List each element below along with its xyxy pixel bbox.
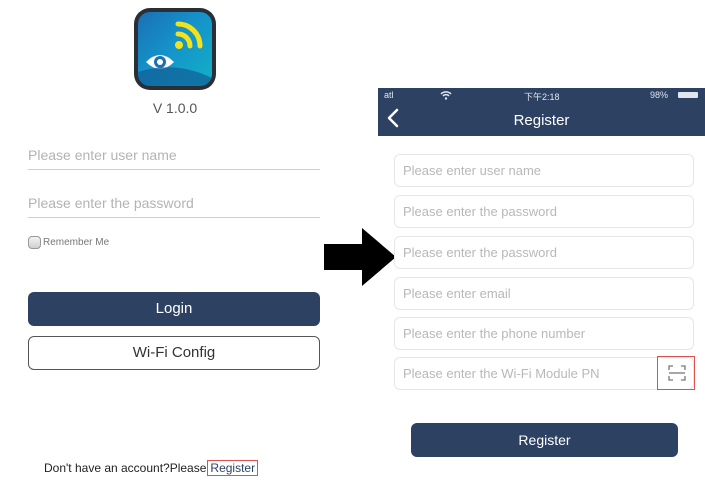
register-link[interactable]: Register bbox=[207, 460, 259, 476]
checkbox-icon[interactable] bbox=[28, 236, 41, 249]
battery-level: 98% bbox=[650, 90, 669, 100]
reg-wifi-module-pn-input[interactable]: Please enter the Wi-Fi Module PN bbox=[394, 357, 694, 390]
scan-button[interactable] bbox=[657, 356, 695, 390]
reg-phone-input[interactable]: Please enter the phone number bbox=[394, 317, 694, 350]
register-prompt: Don't have an account?Please Register bbox=[44, 460, 259, 476]
reg-confirm-password-placeholder: Please enter the password bbox=[403, 245, 557, 260]
status-bar: atl 下午2:18 98% bbox=[378, 88, 705, 102]
register-header: atl 下午2:18 98% Register bbox=[378, 88, 705, 136]
reg-username-placeholder: Please enter user name bbox=[403, 163, 542, 178]
remember-me-toggle[interactable]: Remember Me bbox=[28, 236, 109, 249]
app-version: V 1.0.0 bbox=[152, 100, 198, 116]
reg-password-placeholder: Please enter the password bbox=[403, 204, 557, 219]
status-time: 下午2:18 bbox=[524, 92, 560, 102]
reg-email-placeholder: Please enter email bbox=[403, 286, 511, 301]
username-placeholder: Please enter user name bbox=[28, 147, 177, 163]
app-logo-icon bbox=[134, 8, 216, 90]
password-input[interactable]: Please enter the password bbox=[28, 192, 320, 218]
page-title: Register bbox=[513, 112, 570, 129]
wifi-config-button[interactable]: Wi-Fi Config bbox=[28, 336, 320, 370]
login-button[interactable]: Login bbox=[28, 292, 320, 326]
register-prompt-text: Don't have an account?Please bbox=[44, 461, 207, 475]
reg-email-input[interactable]: Please enter email bbox=[394, 277, 694, 310]
wifi-icon bbox=[440, 91, 452, 100]
reg-password-input[interactable]: Please enter the password bbox=[394, 195, 694, 228]
signal-indicator: atl bbox=[384, 90, 394, 100]
register-button[interactable]: Register bbox=[411, 423, 678, 457]
right-arrow-icon bbox=[324, 228, 396, 286]
reg-wifi-module-pn-placeholder: Please enter the Wi-Fi Module PN bbox=[403, 366, 600, 381]
battery-icon bbox=[678, 92, 698, 98]
scan-icon bbox=[668, 365, 686, 381]
reg-phone-placeholder: Please enter the phone number bbox=[403, 326, 586, 341]
password-placeholder: Please enter the password bbox=[28, 195, 194, 211]
reg-confirm-password-input[interactable]: Please enter the password bbox=[394, 236, 694, 269]
reg-username-input[interactable]: Please enter user name bbox=[394, 154, 694, 187]
remember-me-label: Remember Me bbox=[43, 237, 110, 248]
username-input[interactable]: Please enter user name bbox=[28, 144, 320, 170]
